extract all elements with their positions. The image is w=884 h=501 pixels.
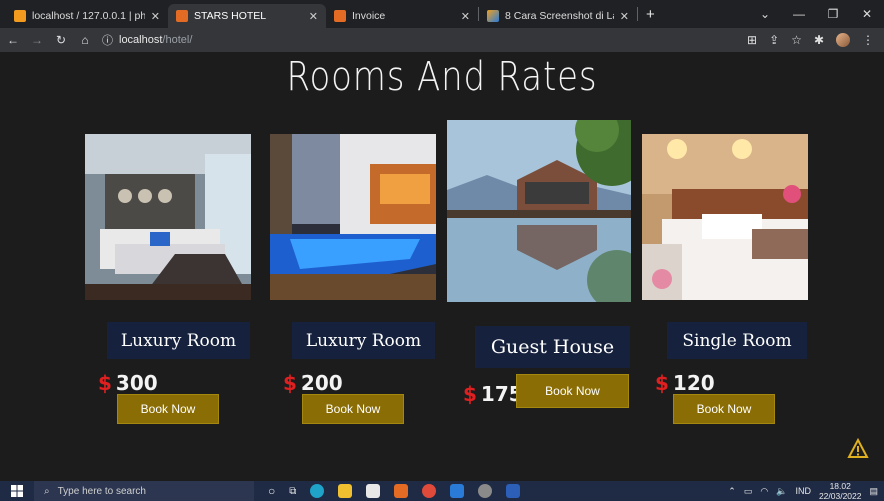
taskbar-search-box[interactable]: ⌕ Type here to search	[34, 481, 254, 501]
html-favicon-icon	[176, 10, 188, 22]
hotel-bedroom-photo	[85, 134, 251, 300]
home-icon[interactable]: ⌂	[78, 33, 92, 47]
restore-icon[interactable]: ❐	[816, 7, 850, 21]
profile-avatar[interactable]	[836, 33, 850, 47]
page-content: Rooms And Rates Luxury Room $ 300 Book N…	[0, 52, 884, 481]
minimize-icon[interactable]: —	[782, 7, 816, 21]
tab-title: 8 Cara Screenshot di Laptop Win	[505, 10, 614, 22]
chrome-icon[interactable]	[422, 484, 437, 498]
forward-arrow-icon[interactable]: →	[30, 33, 44, 47]
page-title: Rooms And Rates	[286, 54, 598, 100]
site-info-icon[interactable]: ⓘ	[102, 32, 113, 48]
url-path: /hotel/	[162, 34, 193, 46]
room-price: $ 120	[655, 371, 715, 395]
close-icon[interactable]: ✕	[151, 10, 160, 23]
close-icon[interactable]: ✕	[620, 10, 629, 23]
file-explorer-icon[interactable]	[338, 484, 353, 498]
room-price: $ 200	[283, 371, 343, 395]
hotel-pool-photo	[270, 134, 436, 300]
search-icon: ⌕	[44, 485, 50, 497]
volume-icon[interactable]: 🔈	[776, 486, 787, 497]
new-tab-button[interactable]: +	[646, 6, 655, 23]
bed-room-photo	[642, 134, 808, 300]
word-icon[interactable]	[506, 484, 521, 498]
close-icon[interactable]: ✕	[461, 10, 470, 23]
tab-title: STARS HOTEL	[194, 10, 267, 22]
window-controls: ⌄ — ❐ ✕	[748, 0, 884, 28]
room-name-label: Luxury Room	[292, 322, 435, 359]
task-view-icon[interactable]: ⧉	[289, 486, 296, 497]
book-now-button[interactable]: Book Now	[673, 394, 775, 424]
translate-icon[interactable]: ⊞	[747, 33, 757, 47]
room-price: $ 300	[98, 371, 158, 395]
close-window-icon[interactable]: ✕	[850, 7, 884, 21]
book-now-button[interactable]: Book Now	[516, 374, 629, 408]
extensions-puzzle-icon[interactable]: ✱	[814, 33, 824, 47]
tab-title: localhost / 127.0.0.1 | phpMyAdr	[32, 10, 145, 22]
tab-phpmyadmin[interactable]: localhost / 127.0.0.1 | phpMyAdr ✕	[6, 4, 168, 28]
lake-house-photo	[447, 120, 631, 302]
html-favicon-icon	[334, 10, 346, 22]
windows-start-icon[interactable]	[0, 485, 34, 497]
currency-symbol: $	[655, 371, 669, 395]
phpmyadmin-favicon-icon	[14, 10, 26, 22]
price-amount: 300	[115, 371, 158, 395]
browser-toolbar: ← → ↻ ⌂ ⓘ localhost/hotel/ ⊞ ⇪ ☆ ✱ ⋮	[0, 28, 884, 52]
edge-browser-icon[interactable]	[310, 484, 325, 498]
cortana-circle-icon[interactable]: ○	[268, 484, 275, 498]
tab-screenshot-article[interactable]: 8 Cara Screenshot di Laptop Win ✕	[479, 4, 637, 28]
bookmark-star-icon[interactable]: ☆	[791, 33, 802, 47]
room-price: $ 175	[463, 382, 523, 406]
currency-symbol: $	[463, 382, 477, 406]
reload-icon[interactable]: ↻	[54, 33, 68, 47]
currency-symbol: $	[283, 371, 297, 395]
price-amount: 200	[300, 371, 343, 395]
url-host: localhost	[119, 34, 163, 46]
warning-triangle-icon[interactable]	[847, 438, 869, 460]
notification-icon[interactable]: ▤	[869, 486, 878, 497]
tab-divider	[637, 7, 638, 21]
tab-title: Invoice	[352, 10, 386, 22]
address-bar[interactable]: ⓘ localhost/hotel/	[102, 30, 737, 50]
tab-invoice[interactable]: Invoice ✕	[326, 4, 478, 28]
system-tray: ⌃ ▭ ◠ 🔈 IND 18.02 22/03/2022 ▤	[728, 481, 884, 501]
battery-icon[interactable]: ▭	[744, 486, 753, 497]
clock[interactable]: 18.02 22/03/2022	[819, 481, 862, 501]
currency-symbol: $	[98, 371, 112, 395]
menu-kebab-icon[interactable]: ⋮	[862, 33, 874, 47]
back-arrow-icon[interactable]: ←	[6, 33, 20, 47]
tab-stars-hotel[interactable]: STARS HOTEL ✕	[168, 4, 326, 28]
sublime-text-icon[interactable]	[394, 484, 409, 498]
search-placeholder: Type here to search	[57, 485, 146, 497]
windows-taskbar: ⌕ Type here to search ○ ⧉ ⌃ ▭ ◠ 🔈 IND 18…	[0, 481, 884, 501]
book-now-button[interactable]: Book Now	[302, 394, 404, 424]
clock-date: 22/03/2022	[818, 491, 862, 501]
close-icon[interactable]: ✕	[309, 10, 318, 23]
language-indicator[interactable]: IND	[795, 486, 811, 496]
room-name-label: Single Room	[667, 322, 807, 359]
clock-time: 18.02	[829, 481, 851, 491]
chevron-down-icon[interactable]: ⌄	[748, 7, 782, 21]
chevron-up-icon[interactable]: ⌃	[728, 486, 736, 497]
mail-icon[interactable]	[366, 484, 381, 498]
browser-tab-strip: localhost / 127.0.0.1 | phpMyAdr ✕ STARS…	[0, 0, 884, 28]
share-icon[interactable]: ⇪	[769, 33, 779, 47]
article-favicon-icon	[487, 10, 499, 22]
settings-gear-icon[interactable]	[478, 484, 493, 498]
room-name-label: Luxury Room	[107, 322, 250, 359]
price-amount: 120	[672, 371, 715, 395]
room-name-label: Guest House	[475, 326, 630, 368]
vscode-icon[interactable]	[450, 484, 465, 498]
wifi-icon[interactable]: ◠	[760, 486, 768, 497]
book-now-button[interactable]: Book Now	[117, 394, 219, 424]
